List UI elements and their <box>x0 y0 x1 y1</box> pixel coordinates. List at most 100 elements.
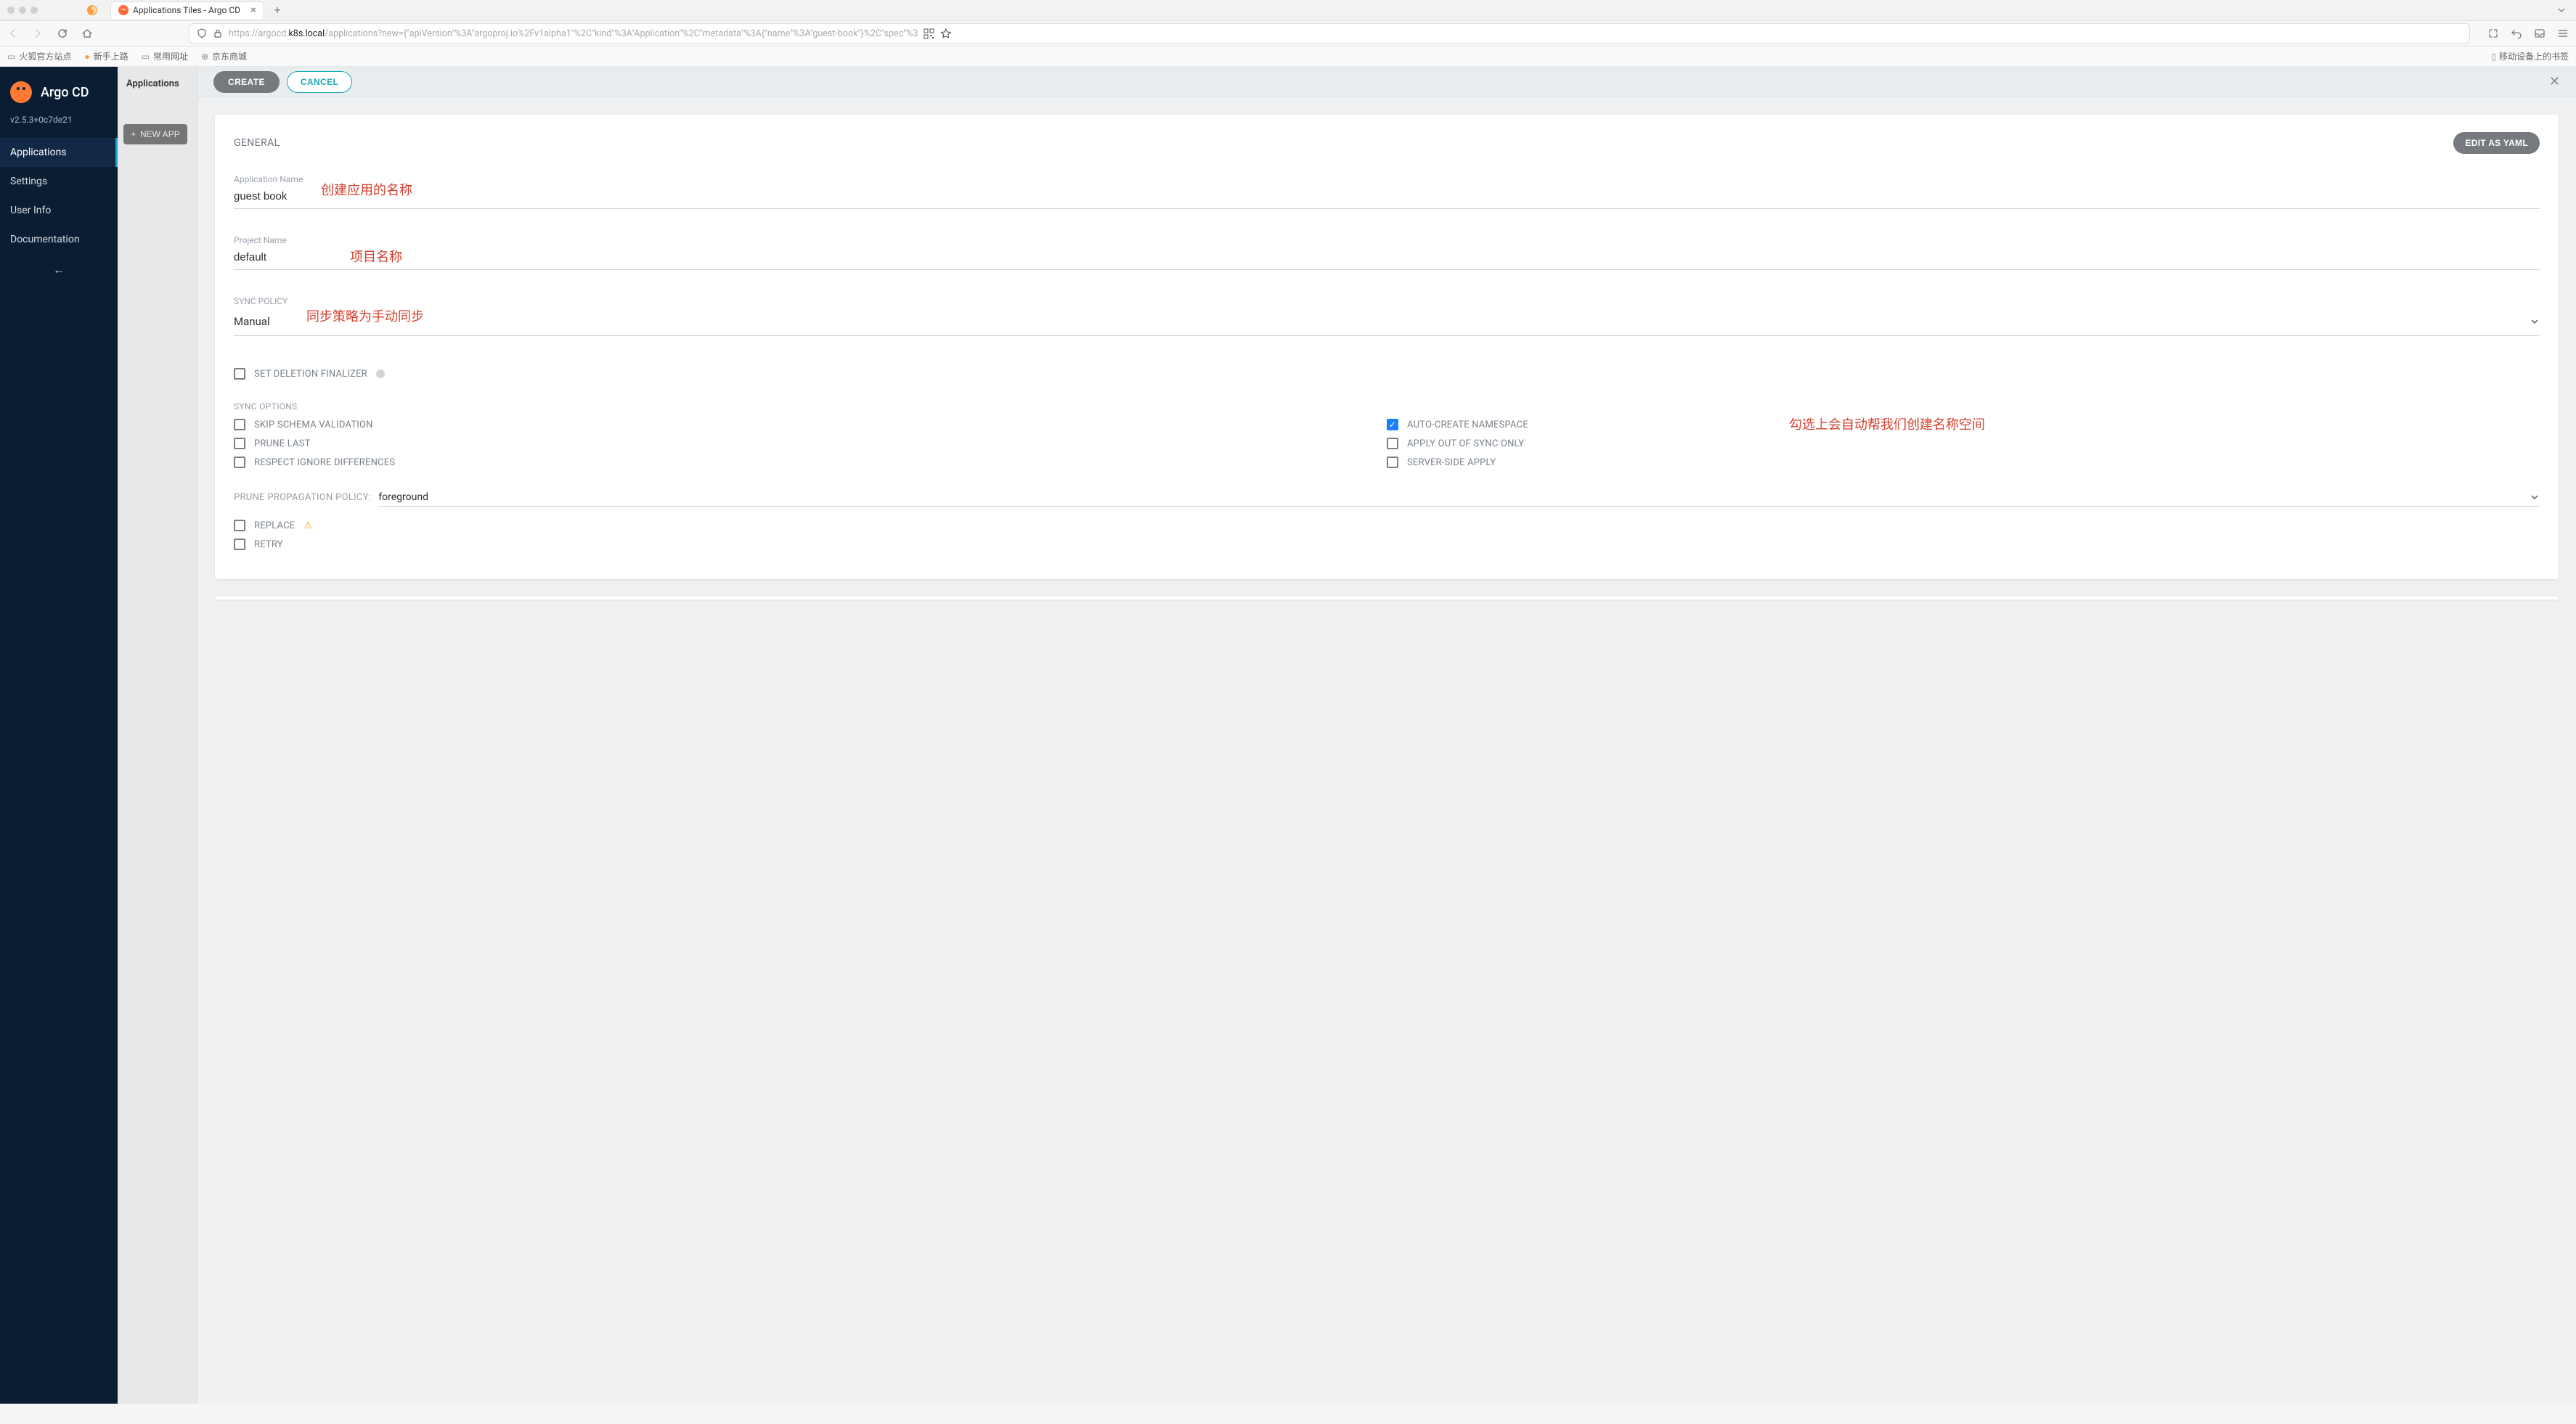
edit-as-yaml-button[interactable]: EDIT AS YAML <box>2453 132 2540 154</box>
checkbox-icon <box>234 419 245 430</box>
traffic-close[interactable] <box>7 7 15 14</box>
new-tab-icon[interactable]: + <box>274 3 281 17</box>
nav-back-icon[interactable] <box>7 28 19 39</box>
plus-icon: + <box>131 129 136 139</box>
screenshot-icon[interactable] <box>2487 28 2499 39</box>
brand: Argo CD <box>0 67 118 110</box>
next-card-peek <box>215 597 2559 600</box>
toolbar-right-icons <box>2487 28 2569 39</box>
annotation-app-name: 创建应用的名称 <box>321 180 412 199</box>
brand-text: Argo CD <box>41 85 89 100</box>
sync-policy-value: Manual <box>234 308 2530 335</box>
globe-icon: ⊕ <box>201 52 208 62</box>
tab-title: Applications Tiles - Argo CD <box>133 5 240 15</box>
set-deletion-finalizer-checkbox[interactable]: SET DELETION FINALIZER <box>234 368 2540 380</box>
close-panel-icon[interactable]: ✕ <box>2549 74 2560 89</box>
bookmark-item[interactable]: ▭常用网址 <box>142 50 188 62</box>
browser-tab-active[interactable]: Applications Tiles - Argo CD × <box>110 1 264 19</box>
secondary-column: Applications + NEW APP <box>118 67 197 1404</box>
annotation-sync-policy: 同步策略为手动同步 <box>306 306 424 325</box>
nav-home-icon[interactable] <box>81 28 93 39</box>
checkbox-icon <box>234 368 245 380</box>
sidebar-item-applications[interactable]: Applications <box>0 138 118 167</box>
sidebar-item-settings[interactable]: Settings <box>0 167 118 196</box>
checkbox-icon <box>234 520 245 531</box>
url-bar[interactable]: https://argocd.k8s.local/applications?ne… <box>189 23 2470 44</box>
bookmark-star-icon[interactable] <box>940 28 951 39</box>
opt-apply-out-of-sync-only[interactable]: APPLY OUT OF SYNC ONLY <box>1387 438 2540 449</box>
argo-favicon <box>118 5 129 15</box>
menu-icon[interactable] <box>2557 28 2569 39</box>
new-app-button[interactable]: + NEW APP <box>123 124 187 144</box>
project-name-label: Project Name <box>234 235 2540 245</box>
cancel-button[interactable]: CANCEL <box>287 71 352 93</box>
warning-icon: ⚠ <box>303 520 312 531</box>
opt-replace[interactable]: REPLACE ⚠ <box>234 520 2540 531</box>
tab-overflow-icon[interactable] <box>2557 6 2566 15</box>
browser-toolbar: https://argocd.k8s.local/applications?ne… <box>0 20 2576 46</box>
bookmark-item[interactable]: ●新手上路 <box>84 50 128 62</box>
create-button[interactable]: CREATE <box>213 71 280 93</box>
bookmark-item[interactable]: ⊕京东商城 <box>201 50 247 62</box>
bookmark-item[interactable]: ▭火狐官方站点 <box>7 50 71 62</box>
nav-buttons <box>7 28 93 39</box>
traffic-min[interactable] <box>19 7 26 14</box>
opt-respect-ignore-differences[interactable]: RESPECT IGNORE DIFFERENCES <box>234 457 1387 468</box>
sync-policy-label: SYNC POLICY <box>234 296 2540 306</box>
general-card: GENERAL EDIT AS YAML Application Name 创建… <box>215 115 2559 579</box>
app-name-label: Application Name <box>234 174 2540 184</box>
lock-icon[interactable] <box>213 28 223 38</box>
prune-policy-value: foreground <box>378 491 2530 503</box>
traffic-max[interactable] <box>30 7 38 14</box>
content-area: CREATE CANCEL ✕ GENERAL EDIT AS YAML App… <box>197 67 2576 1404</box>
traffic-lights <box>0 7 38 14</box>
checkbox-icon <box>1387 438 1398 449</box>
nav-reload-icon[interactable] <box>57 28 68 39</box>
folder-icon: ▭ <box>142 52 150 62</box>
folder-icon: ▭ <box>7 52 15 62</box>
mobile-icon: ▯ <box>2491 52 2496 62</box>
section-title-general: GENERAL <box>234 137 280 149</box>
opt-skip-schema-validation[interactable]: SKIP SCHEMA VALIDATION <box>234 419 1387 430</box>
secondary-header: Applications <box>118 67 197 101</box>
tab-close-icon[interactable]: × <box>250 5 256 15</box>
undo-icon[interactable] <box>2511 28 2522 39</box>
firefox-icon[interactable] <box>81 4 103 16</box>
field-project-name: Project Name 项目名称 <box>234 235 2540 270</box>
prune-propagation-row: PRUNE PROPAGATION POLICY: foreground <box>234 488 2540 507</box>
prune-policy-label: PRUNE PROPAGATION POLICY: <box>234 492 371 503</box>
bookmarks-bar: ▭火狐官方站点 ●新手上路 ▭常用网址 ⊕京东商城 ▯移动设备上的书签 <box>0 46 2576 67</box>
tray-icon[interactable] <box>2534 28 2546 39</box>
panel-actions: CREATE CANCEL ✕ <box>197 67 2576 97</box>
opt-retry[interactable]: RETRY <box>234 539 2540 550</box>
project-name-input[interactable] <box>234 245 2540 270</box>
browser-tab-strip: Applications Tiles - Argo CD × + <box>38 0 2576 20</box>
nav-forward-icon[interactable] <box>32 28 44 39</box>
field-sync-policy: SYNC POLICY Manual 同步策略为手动同步 <box>234 296 2540 336</box>
prune-policy-select[interactable]: foreground <box>378 488 2540 507</box>
chevron-down-icon <box>2530 492 2540 502</box>
qr-icon[interactable] <box>924 28 934 39</box>
checkbox-icon <box>234 457 245 468</box>
sidebar-collapse-icon[interactable]: ← <box>0 263 118 277</box>
sidebar-item-documentation[interactable]: Documentation <box>0 225 118 254</box>
chevron-down-icon <box>2530 316 2540 327</box>
app-name-input[interactable] <box>234 184 2540 209</box>
firefox-small-icon: ● <box>84 52 89 62</box>
shield-icon[interactable] <box>197 28 207 38</box>
sync-policy-select[interactable]: Manual <box>234 308 2540 336</box>
sidebar-item-user-info[interactable]: User Info <box>0 196 118 225</box>
version-text: v2.5.3+0c7de21 <box>0 110 118 138</box>
opt-server-side-apply[interactable]: SERVER-SIDE APPLY <box>1387 457 2540 468</box>
url-text: https://argocd.k8s.local/applications?ne… <box>229 28 918 39</box>
checkbox-icon <box>234 539 245 550</box>
annotation-project-name: 项目名称 <box>350 247 402 266</box>
info-icon[interactable] <box>376 369 385 378</box>
sync-options-label: SYNC OPTIONS <box>234 401 2540 412</box>
mobile-bookmarks[interactable]: ▯移动设备上的书签 <box>2491 50 2569 62</box>
opt-prune-last[interactable]: PRUNE LAST <box>234 438 1387 449</box>
annotation-auto-create-ns: 勾选上会自动帮我们创建名称空间 <box>1789 414 1985 433</box>
argo-sidebar: Argo CD v2.5.3+0c7de21 Applications Sett… <box>0 67 118 1404</box>
argo-logo-icon <box>10 81 32 103</box>
field-app-name: Application Name 创建应用的名称 <box>234 174 2540 209</box>
